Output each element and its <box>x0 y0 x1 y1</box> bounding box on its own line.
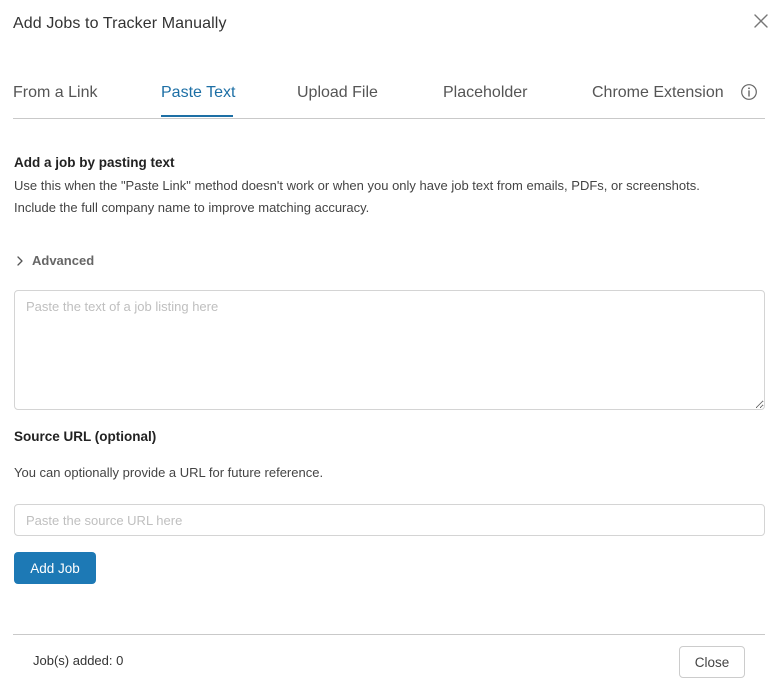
info-icon[interactable] <box>740 83 758 101</box>
paste-description-line-1: Use this when the "Paste Link" method do… <box>14 178 700 193</box>
tab-from-a-link[interactable]: From a Link <box>13 84 97 102</box>
tab-upload-file[interactable]: Upload File <box>297 84 378 102</box>
jobs-added-count: Job(s) added: 0 <box>33 653 124 668</box>
add-jobs-modal: Add Jobs to Tracker Manually From a Link… <box>0 0 780 695</box>
source-url-label: Source URL (optional) <box>14 429 157 444</box>
close-button[interactable]: Close <box>679 646 745 678</box>
advanced-toggle[interactable]: Advanced <box>14 253 94 268</box>
close-icon[interactable] <box>752 12 770 30</box>
job-text-textarea[interactable] <box>14 290 765 410</box>
active-tab-indicator <box>161 115 233 117</box>
modal-title: Add Jobs to Tracker Manually <box>13 15 227 32</box>
source-url-input[interactable] <box>14 504 765 536</box>
tab-paste-text[interactable]: Paste Text <box>161 84 235 102</box>
advanced-label: Advanced <box>32 253 95 268</box>
tab-bar: From a Link Paste Text Upload File Place… <box>13 82 765 119</box>
tab-chrome-extension[interactable]: Chrome Extension <box>592 84 724 102</box>
paste-description-line-2: Include the full company name to improve… <box>14 200 370 215</box>
add-job-button[interactable]: Add Job <box>14 552 96 584</box>
chevron-right-icon <box>17 255 23 266</box>
tab-placeholder[interactable]: Placeholder <box>443 84 528 102</box>
source-url-help: You can optionally provide a URL for fut… <box>14 465 324 480</box>
paste-section-heading: Add a job by pasting text <box>14 155 175 170</box>
footer-divider <box>13 634 765 635</box>
